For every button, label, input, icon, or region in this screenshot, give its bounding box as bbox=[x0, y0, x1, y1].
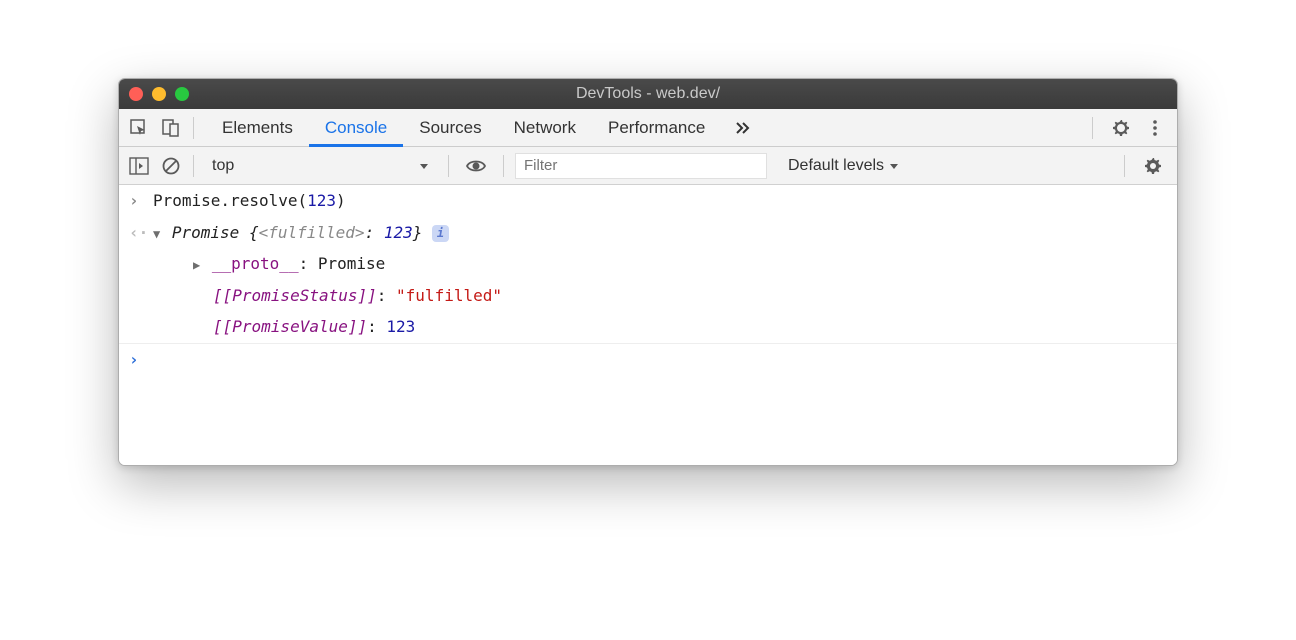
console-output-header: ▼ Promise {<fulfilled>: 123} i bbox=[153, 220, 1167, 246]
input-prompt-icon: › bbox=[129, 347, 153, 373]
log-levels-label: Default levels bbox=[788, 157, 884, 175]
log-levels-selector[interactable]: Default levels bbox=[782, 155, 906, 177]
tab-console[interactable]: Console bbox=[309, 109, 403, 146]
filter-input[interactable] bbox=[516, 154, 766, 178]
console-status-row[interactable]: [[PromiseStatus]]: "fulfilled" bbox=[119, 280, 1177, 312]
clear-icon bbox=[161, 156, 181, 176]
toolbar-divider bbox=[193, 155, 194, 177]
toolbar-divider bbox=[503, 155, 504, 177]
dropdown-triangle-icon bbox=[888, 160, 900, 172]
more-options-button[interactable] bbox=[1143, 114, 1167, 142]
console-toolbar-right bbox=[1118, 152, 1167, 180]
gear-icon bbox=[1111, 118, 1131, 138]
toolbar-divider bbox=[1092, 117, 1093, 139]
device-toolbar-icon[interactable] bbox=[161, 118, 181, 138]
console-settings-button[interactable] bbox=[1139, 152, 1167, 180]
chevron-double-right-icon bbox=[733, 118, 753, 138]
panel-tabs: Elements Console Sources Network Perform… bbox=[206, 109, 765, 146]
clear-console-button[interactable] bbox=[161, 156, 181, 176]
dropdown-triangle-icon bbox=[418, 160, 430, 172]
window-maximize-button[interactable] bbox=[175, 87, 189, 101]
window-title: DevTools - web.dev/ bbox=[119, 85, 1177, 103]
promise-value-line: [[PromiseValue]]: 123 bbox=[153, 314, 1167, 340]
context-selector[interactable]: top bbox=[206, 155, 436, 177]
window-titlebar: DevTools - web.dev/ bbox=[119, 79, 1177, 109]
expand-arrow-right-icon[interactable]: ▶ bbox=[193, 256, 200, 275]
proto-line: ▶ __proto__: Promise bbox=[153, 251, 1167, 277]
console-value-row[interactable]: [[PromiseValue]]: 123 bbox=[119, 311, 1177, 344]
live-expression-button[interactable] bbox=[461, 153, 491, 179]
expand-arrow-down-icon[interactable]: ▼ bbox=[153, 225, 160, 244]
console-output-row[interactable]: ‹· ▼ Promise {<fulfilled>: 123} i bbox=[119, 217, 1177, 249]
input-prompt-icon: › bbox=[129, 188, 153, 214]
promise-status-line: [[PromiseStatus]]: "fulfilled" bbox=[153, 283, 1167, 309]
console-output-area: › Promise.resolve(123) ‹· ▼ Promise {<fu… bbox=[119, 185, 1177, 465]
info-badge-icon[interactable]: i bbox=[432, 225, 449, 242]
kebab-icon bbox=[1147, 118, 1163, 138]
toolbar-divider bbox=[1124, 155, 1125, 177]
toggle-sidebar-icon[interactable] bbox=[129, 157, 149, 175]
console-input-row[interactable]: › Promise.resolve(123) bbox=[119, 185, 1177, 217]
inspect-element-icon[interactable] bbox=[129, 118, 149, 138]
window-minimize-button[interactable] bbox=[152, 87, 166, 101]
more-tabs-button[interactable] bbox=[721, 109, 765, 146]
gear-icon bbox=[1143, 156, 1163, 176]
settings-button[interactable] bbox=[1107, 114, 1135, 142]
devtools-window: DevTools - web.dev/ Elements Console Sou… bbox=[118, 78, 1178, 466]
main-toolbar: Elements Console Sources Network Perform… bbox=[119, 109, 1177, 147]
toolbar-divider bbox=[193, 117, 194, 139]
tab-performance[interactable]: Performance bbox=[592, 109, 721, 146]
toolbar-divider bbox=[448, 155, 449, 177]
output-prompt-icon: ‹· bbox=[129, 220, 153, 246]
tab-sources[interactable]: Sources bbox=[403, 109, 497, 146]
context-selector-label: top bbox=[212, 157, 234, 175]
console-proto-row[interactable]: ▶ __proto__: Promise bbox=[119, 248, 1177, 280]
tab-elements[interactable]: Elements bbox=[206, 109, 309, 146]
console-toolbar: top Default levels bbox=[119, 147, 1177, 185]
console-input-empty[interactable] bbox=[153, 347, 1167, 373]
traffic-lights bbox=[129, 87, 189, 101]
console-input-code: Promise.resolve(123) bbox=[153, 188, 1167, 214]
window-close-button[interactable] bbox=[129, 87, 143, 101]
console-prompt-row[interactable]: › bbox=[119, 344, 1177, 376]
tab-network[interactable]: Network bbox=[498, 109, 592, 146]
toolbar-right bbox=[1086, 114, 1167, 142]
eye-icon bbox=[465, 157, 487, 175]
